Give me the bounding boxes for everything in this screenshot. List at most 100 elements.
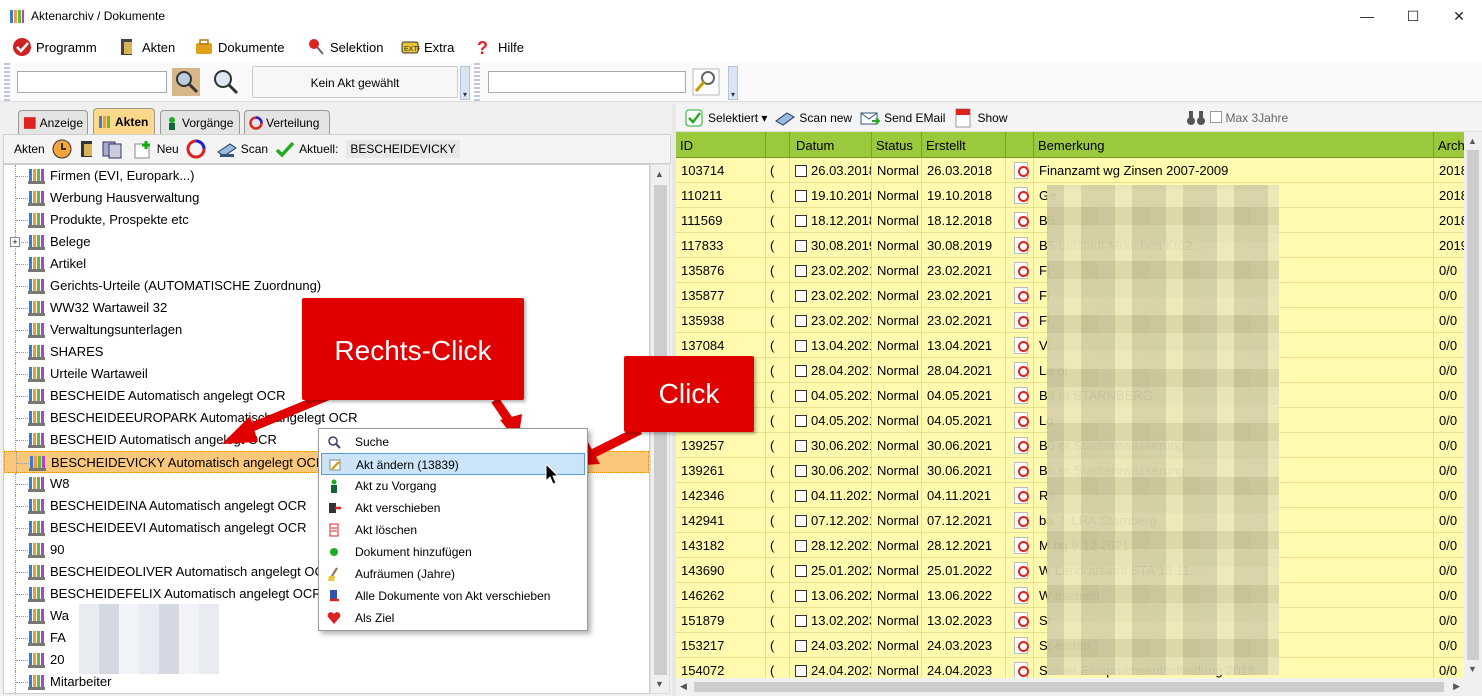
pdf-icon[interactable] [1014, 387, 1029, 404]
pdf-icon[interactable] [1014, 212, 1029, 229]
pdf-icon[interactable] [1014, 612, 1029, 629]
row-checkbox[interactable] [795, 289, 807, 302]
grid-hscroll-thumb[interactable] [694, 682, 1444, 692]
max3jahre-checkbox[interactable] [1209, 110, 1222, 123]
pdf-icon[interactable] [1014, 637, 1029, 654]
documents-icon[interactable] [101, 138, 123, 160]
pdf-icon[interactable] [1014, 237, 1029, 254]
column-header-pdf[interactable] [1006, 132, 1034, 158]
scan-button[interactable]: Scan [216, 138, 268, 160]
tree-item[interactable]: Firmen (EVI, Europark...) [4, 165, 649, 187]
row-checkbox[interactable] [795, 564, 807, 577]
clock-icon[interactable] [51, 138, 73, 160]
menu-dokumente[interactable]: Dokumente [194, 37, 284, 57]
menu-selektion[interactable]: Selektion [306, 37, 383, 57]
binoculars-icon[interactable] [1186, 108, 1206, 128]
row-checkbox[interactable] [795, 264, 807, 277]
close-button[interactable]: ✕ [1436, 0, 1482, 32]
row-checkbox[interactable] [795, 239, 807, 252]
column-header-id[interactable]: ID [676, 132, 766, 158]
grid-horizontal-scrollbar[interactable]: ◀ ▶ [676, 678, 1464, 696]
pdf-icon[interactable] [1014, 512, 1029, 529]
row-checkbox[interactable] [795, 439, 807, 452]
column-header-bemerkung[interactable]: Bemerkung [1034, 132, 1434, 158]
row-checkbox[interactable] [795, 664, 807, 677]
akt-search-input[interactable] [17, 71, 167, 93]
pdf-icon[interactable] [1014, 362, 1029, 379]
context-menu-item[interactable]: Als Ziel [321, 607, 585, 629]
row-checkbox[interactable] [795, 364, 807, 377]
row-checkbox[interactable] [795, 489, 807, 502]
row-checkbox[interactable] [795, 539, 807, 552]
send-email-button[interactable]: Send EMail [860, 108, 945, 128]
scroll-up-arrow[interactable]: ▲ [655, 169, 664, 179]
pdf-icon[interactable] [1014, 562, 1029, 579]
tab-verteilung[interactable]: Verteilung [244, 110, 330, 134]
document-search-input[interactable] [488, 71, 686, 93]
tree-item[interactable]: Produkte, Prospekte etc [4, 209, 649, 231]
tree-item[interactable]: + Belege [4, 231, 649, 253]
tab-anzeige[interactable]: Anzeige [18, 110, 88, 134]
scroll-down-arrow[interactable]: ▼ [655, 679, 664, 689]
row-checkbox[interactable] [795, 314, 807, 327]
pdf-icon[interactable] [1014, 412, 1029, 429]
pdf-icon[interactable] [1014, 587, 1029, 604]
toolbar-dropdown-toggle-2[interactable]: ▾ [728, 66, 738, 100]
context-menu-item[interactable]: Akt verschieben [321, 497, 585, 519]
row-checkbox[interactable] [795, 464, 807, 477]
grid-scroll-down-arrow[interactable]: ▼ [1468, 664, 1477, 674]
toolbar-grip[interactable] [4, 63, 10, 101]
row-checkbox[interactable] [795, 214, 807, 227]
context-menu-item[interactable]: Suche [321, 431, 585, 453]
pdf-icon[interactable] [1014, 662, 1029, 678]
row-checkbox[interactable] [795, 614, 807, 627]
row-checkbox[interactable] [795, 164, 807, 177]
column-header-datum[interactable]: Datum [790, 132, 872, 158]
pdf-icon[interactable] [1014, 262, 1029, 279]
tree-item[interactable]: Werbung Hausverwaltung [4, 187, 649, 209]
column-header-status[interactable]: Status [872, 132, 922, 158]
row-checkbox[interactable] [795, 339, 807, 352]
selektiert-dropdown[interactable]: Selektiert ▾ [684, 108, 767, 128]
tree-item[interactable]: Artikel [4, 253, 649, 275]
pdf-icon[interactable] [1014, 437, 1029, 454]
maximize-button[interactable]: ☐ [1390, 0, 1436, 32]
pdf-icon[interactable] [1014, 537, 1029, 554]
toolbar-grip-2[interactable] [474, 63, 480, 101]
pdf-icon[interactable] [1014, 287, 1029, 304]
column-header-erstellt[interactable]: Erstellt [922, 132, 1006, 158]
context-menu-item[interactable]: Akt löschen [321, 519, 585, 541]
menu-programm[interactable]: Programm [12, 37, 97, 57]
pdf-icon[interactable] [1014, 187, 1029, 204]
grid-scroll-right-arrow[interactable]: ▶ [1453, 681, 1460, 692]
document-search-icon[interactable] [690, 66, 722, 98]
tree-item[interactable]: Mitarbeiter [4, 671, 649, 693]
show-button[interactable]: Show [953, 108, 1008, 128]
column-header-flag[interactable] [766, 132, 790, 158]
context-menu-item[interactable]: Aufräumen (Jahre) [321, 563, 585, 585]
row-checkbox[interactable] [795, 639, 807, 652]
grid-vertical-scrollbar[interactable]: ▲ ▼ [1464, 132, 1482, 678]
pdf-icon[interactable] [1014, 162, 1029, 179]
row-checkbox[interactable] [795, 389, 807, 402]
scan-new-button[interactable]: Scan new [775, 108, 852, 128]
tab-vorgaenge[interactable]: Vorgänge [160, 110, 240, 134]
tab-akten[interactable]: Akten [93, 108, 155, 134]
menu-extra[interactable]: EXTRA Extra [400, 37, 454, 57]
grid-vscroll-thumb[interactable] [1467, 150, 1479, 660]
menu-akten[interactable]: Akten [118, 37, 175, 57]
column-header-archiv[interactable]: Arch [1434, 132, 1464, 158]
expand-icon[interactable]: + [10, 237, 20, 247]
search-magnifier-icon[interactable] [170, 66, 202, 98]
row-checkbox[interactable] [795, 514, 807, 527]
neu-button[interactable]: Neu [132, 138, 179, 160]
grid-scroll-up-arrow[interactable]: ▲ [1468, 136, 1477, 146]
context-menu-item[interactable]: Alle Dokumente von Akt verschieben [321, 585, 585, 607]
table-row[interactable]: 103714 (26.03.2018 Normal 26.03.2018 Finanza… [676, 158, 1464, 183]
minimize-button[interactable]: — [1344, 0, 1390, 32]
pdf-icon[interactable] [1014, 487, 1029, 504]
grid-scroll-left-arrow[interactable]: ◀ [680, 681, 687, 692]
row-checkbox[interactable] [795, 189, 807, 202]
refresh-icon[interactable] [185, 138, 207, 160]
tree-item[interactable]: Gerichts-Urteile (AUTOMATISCHE Zuordnung… [4, 275, 649, 297]
